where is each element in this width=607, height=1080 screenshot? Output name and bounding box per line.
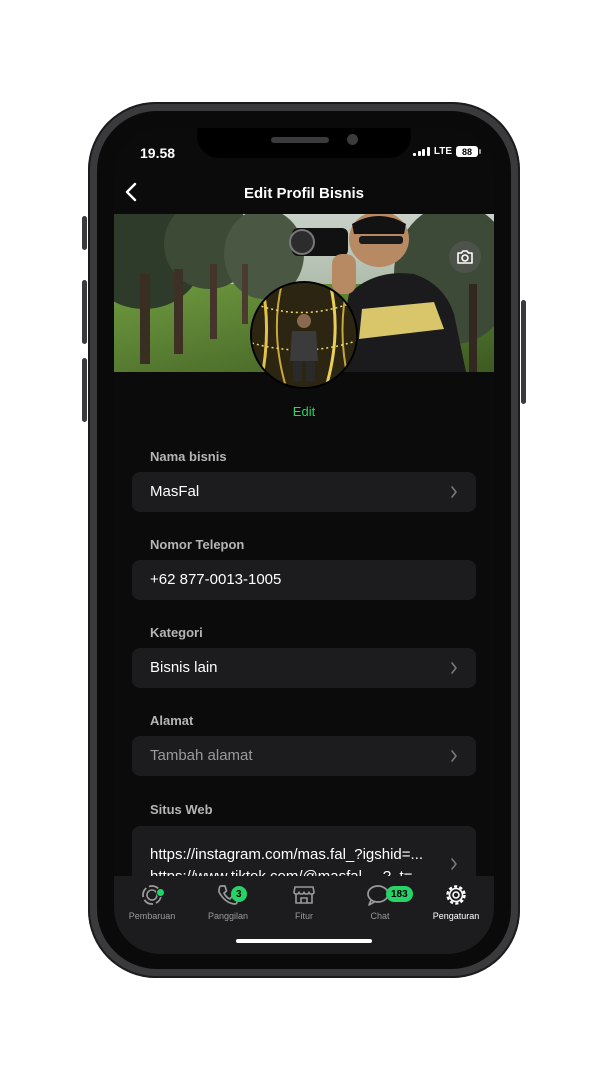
store-icon (293, 886, 315, 904)
tab-bar: Pembaruan 3 Panggilan Fitur 183 Chat Pen… (114, 876, 494, 954)
page-title: Edit Profil Bisnis (243, 185, 364, 202)
chevron-right-icon (451, 858, 457, 870)
phone-screen: 19.58 LTE 88 Edit Profil Bisnis Edit Nam… (114, 128, 494, 954)
phone-number-value: +62 877-0013-1005 (150, 571, 282, 588)
updates-dot (156, 888, 165, 897)
tab-chats[interactable]: 183 Chat (342, 882, 418, 921)
speaker (271, 137, 329, 143)
business-name-value: MasFal (150, 483, 200, 500)
tab-updates[interactable]: Pembaruan (114, 882, 190, 921)
address-placeholder: Tambah alamat (150, 747, 253, 764)
address-field[interactable]: Tambah alamat (132, 736, 476, 776)
tab-settings-label: Pengaturan (432, 911, 480, 921)
power-button (521, 300, 526, 404)
website-value: https://instagram.com/mas.fal_?igshid=..… (150, 846, 424, 863)
status-time: 19.58 (140, 145, 176, 161)
home-indicator[interactable] (236, 939, 372, 943)
phone-frame: 19.58 LTE 88 Edit Profil Bisnis Edit Nam… (82, 102, 526, 978)
calls-badge: 3 (231, 886, 247, 902)
edit-photo-link[interactable]: Edit (114, 404, 494, 419)
gear-icon (446, 885, 466, 905)
chevron-right-icon (451, 750, 457, 762)
tab-features-label: Fitur (295, 911, 313, 921)
chats-badge: 183 (386, 886, 413, 902)
status-indicators: LTE 88 (413, 146, 481, 157)
website-field[interactable]: https://instagram.com/mas.fal_?igshid=..… (132, 826, 476, 882)
business-name-field[interactable]: MasFal (132, 472, 476, 512)
battery-icon: 88 (456, 146, 481, 157)
tab-updates-label: Pembaruan (128, 911, 176, 921)
mute-switch (82, 216, 87, 250)
tab-settings[interactable]: Pengaturan (418, 882, 494, 921)
category-value: Bisnis lain (150, 659, 218, 676)
field-label-category: Kategori (150, 625, 203, 640)
front-camera (347, 134, 358, 145)
notch (197, 128, 411, 158)
tab-calls-label: Panggilan (207, 911, 249, 921)
field-label-business-name: Nama bisnis (150, 449, 227, 464)
avatar[interactable] (250, 281, 358, 389)
signal-icon (413, 147, 430, 156)
volume-up-button (82, 280, 87, 344)
network-label: LTE (433, 146, 452, 157)
chevron-right-icon (451, 662, 457, 674)
tab-chats-label: Chat (370, 911, 390, 921)
field-label-address: Alamat (150, 713, 194, 728)
phone-number-field[interactable]: +62 877-0013-1005 (132, 560, 476, 600)
tab-features[interactable]: Fitur (266, 882, 342, 921)
chevron-right-icon (451, 486, 457, 498)
field-label-website: Situs Web (150, 802, 213, 817)
category-field[interactable]: Bisnis lain (132, 648, 476, 688)
nav-header: Edit Profil Bisnis (114, 174, 494, 214)
volume-down-button (82, 358, 87, 422)
camera-icon[interactable] (449, 241, 481, 273)
field-label-phone: Nomor Telepon (150, 537, 245, 552)
tab-calls[interactable]: 3 Panggilan (190, 882, 266, 921)
